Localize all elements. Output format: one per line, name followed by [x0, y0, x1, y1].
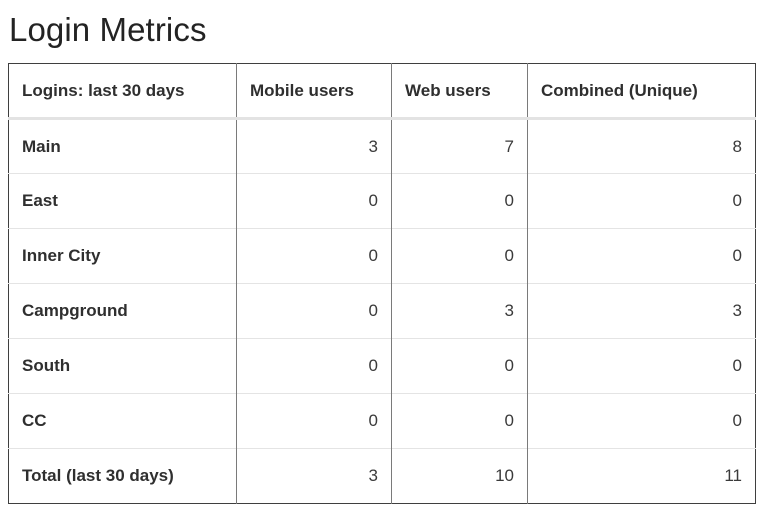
- cell-combined-unique: 0: [527, 393, 756, 449]
- table-row: Main 3 7 8: [8, 118, 756, 174]
- table-row: Campground 0 3 3: [8, 283, 756, 339]
- cell-mobile-users: 3: [236, 118, 392, 174]
- cell-total-mobile-users: 3: [236, 448, 392, 504]
- cell-combined-unique: 0: [527, 338, 756, 394]
- cell-web-users: 0: [391, 338, 528, 394]
- cell-web-users: 3: [391, 283, 528, 339]
- cell-web-users: 0: [391, 228, 528, 284]
- cell-web-users: 7: [391, 118, 528, 174]
- row-label-total: Total (last 30 days): [8, 448, 237, 504]
- table-row: South 0 0 0: [8, 338, 756, 394]
- page-root: Login Metrics Logins: last 30 days Mobil…: [0, 0, 762, 512]
- table-header: Logins: last 30 days Mobile users Web us…: [8, 63, 756, 120]
- cell-mobile-users: 0: [236, 393, 392, 449]
- cell-mobile-users: 0: [236, 228, 392, 284]
- row-label: East: [8, 173, 237, 229]
- table-row-total: Total (last 30 days) 3 10 11: [8, 448, 756, 504]
- table-row: CC 0 0 0: [8, 393, 756, 449]
- row-label: Campground: [8, 283, 237, 339]
- cell-combined-unique: 3: [527, 283, 756, 339]
- login-metrics-table: Logins: last 30 days Mobile users Web us…: [8, 63, 756, 504]
- cell-web-users: 0: [391, 173, 528, 229]
- table-row: Inner City 0 0 0: [8, 228, 756, 284]
- column-header-web-users: Web users: [391, 63, 528, 120]
- column-header-location: Logins: last 30 days: [8, 63, 237, 120]
- table-header-row: Logins: last 30 days Mobile users Web us…: [8, 63, 756, 120]
- row-label: CC: [8, 393, 237, 449]
- page-title: Login Metrics: [9, 11, 207, 48]
- column-header-combined-unique: Combined (Unique): [527, 63, 756, 120]
- cell-mobile-users: 0: [236, 338, 392, 394]
- cell-web-users: 0: [391, 393, 528, 449]
- cell-combined-unique: 8: [527, 118, 756, 174]
- cell-mobile-users: 0: [236, 283, 392, 339]
- row-label: Main: [8, 118, 237, 174]
- table-body: Main 3 7 8 East 0 0 0 Inner City 0 0 0 C…: [8, 118, 756, 504]
- row-label: Inner City: [8, 228, 237, 284]
- table-row: East 0 0 0: [8, 173, 756, 229]
- cell-total-combined-unique: 11: [527, 448, 756, 504]
- cell-combined-unique: 0: [527, 173, 756, 229]
- cell-mobile-users: 0: [236, 173, 392, 229]
- cell-total-web-users: 10: [391, 448, 528, 504]
- login-metrics-table-container: Logins: last 30 days Mobile users Web us…: [8, 63, 756, 504]
- cell-combined-unique: 0: [527, 228, 756, 284]
- column-header-mobile-users: Mobile users: [236, 63, 392, 120]
- row-label: South: [8, 338, 237, 394]
